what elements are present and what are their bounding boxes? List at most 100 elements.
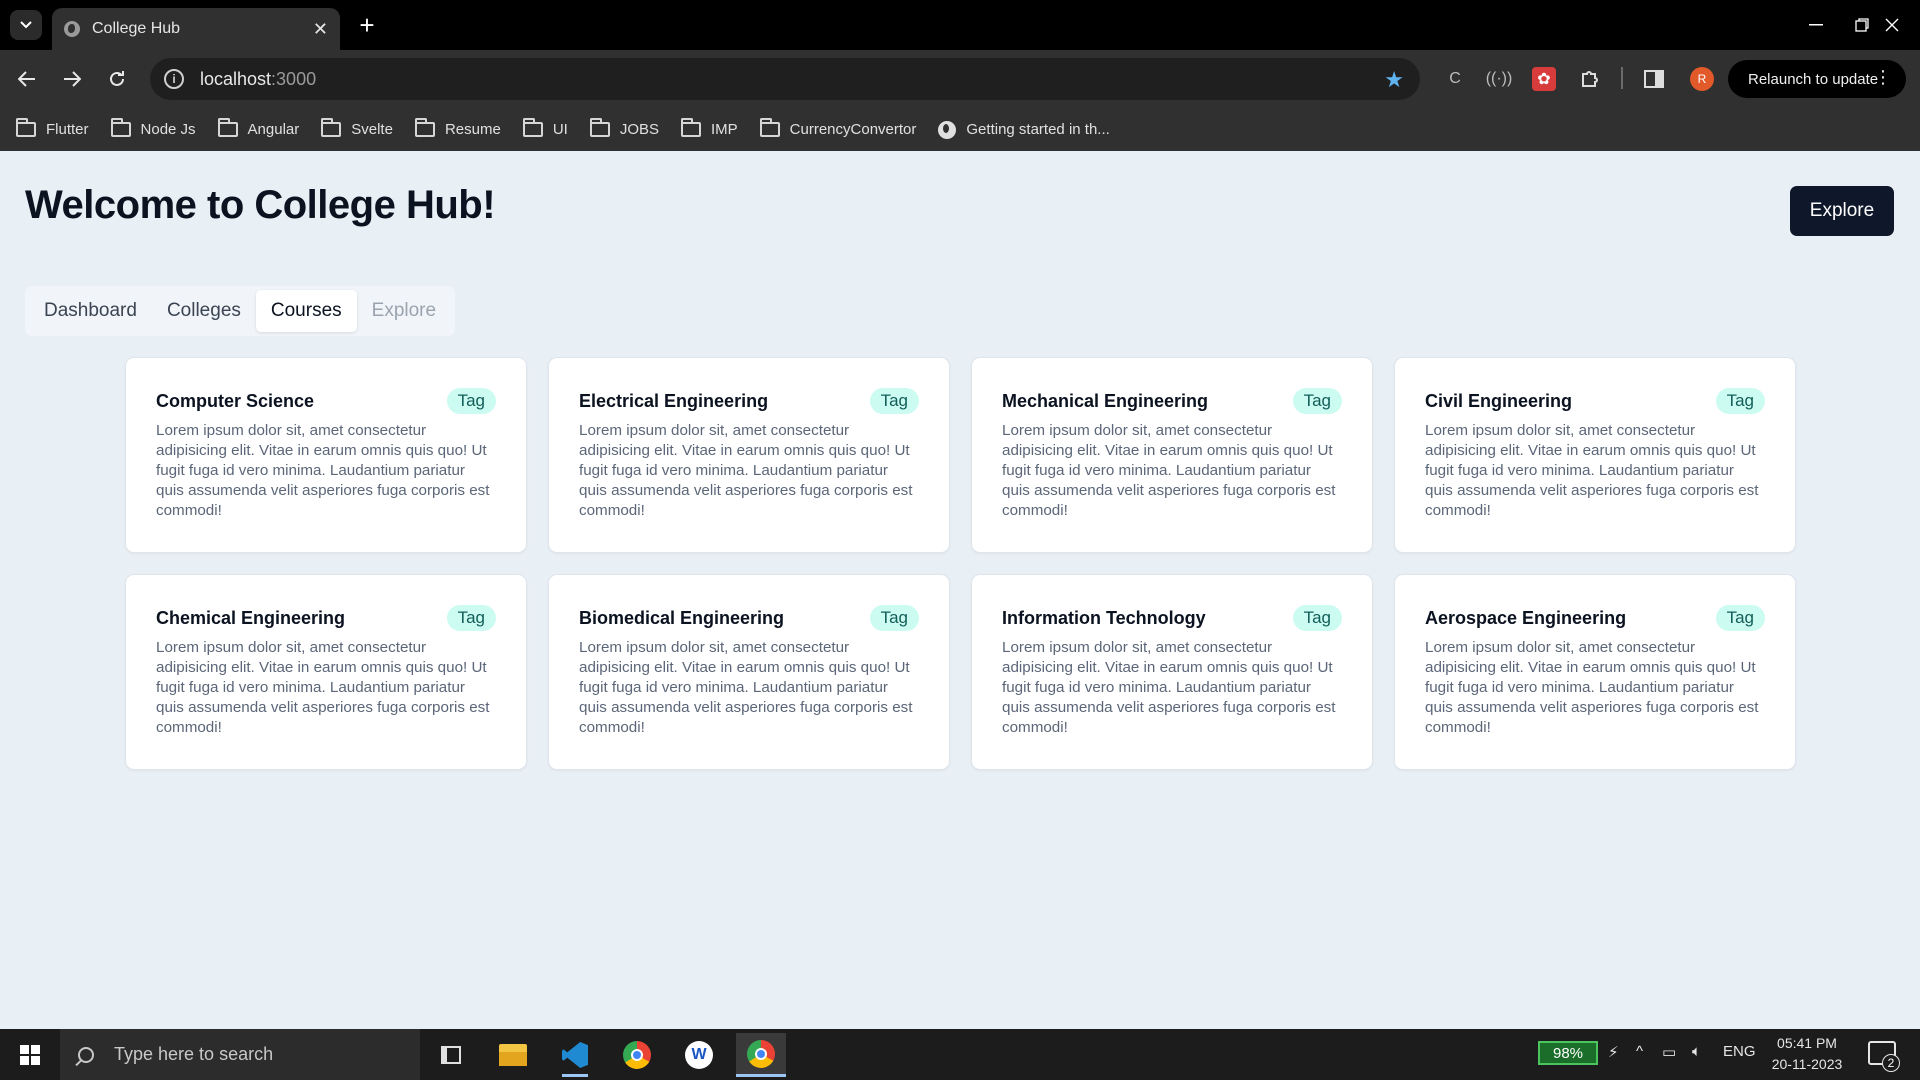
back-button[interactable] — [12, 64, 42, 94]
windows-logo-icon — [20, 1045, 40, 1065]
bookmark-label: CurrencyConvertor — [789, 121, 917, 138]
profile-avatar[interactable]: R — [1690, 67, 1714, 91]
tag-badge: Tag — [1715, 605, 1765, 631]
bookmark-label: UI — [552, 121, 568, 138]
extension-red-icon[interactable]: ✿ — [1532, 67, 1556, 91]
page-title: Welcome to College Hub! — [25, 183, 496, 227]
start-button[interactable] — [8, 1037, 52, 1073]
tab-dashboard[interactable]: Dashboard — [29, 290, 152, 332]
course-card[interactable]: Civil Engineering Tag Lorem ipsum dolor s… — [1394, 357, 1796, 553]
tag-badge: Tag — [869, 605, 919, 631]
tag-badge: Tag — [869, 388, 919, 414]
card-title: Electrical Engineering — [579, 390, 769, 411]
taskbar-search[interactable]: Type here to search — [60, 1029, 420, 1080]
vscode-icon — [562, 1042, 588, 1068]
course-card[interactable]: Chemical Engineering Tag Lorem ipsum dolo… — [125, 574, 527, 770]
course-card[interactable]: Information Technology Tag Lorem ipsum do… — [971, 574, 1373, 770]
network-icon[interactable]: ▭ — [1662, 1043, 1676, 1061]
course-card[interactable]: Mechanical Engineering Tag Lorem ipsum do… — [971, 357, 1373, 553]
task-view-button[interactable] — [426, 1033, 476, 1077]
site-info-icon[interactable]: i — [164, 69, 184, 89]
power-plug-icon[interactable]: ⚡ — [1608, 1043, 1619, 1061]
bookmark-imp[interactable]: IMP — [681, 118, 738, 138]
close-window-button[interactable] — [1864, 0, 1920, 50]
bookmark-ui[interactable]: UI — [522, 118, 568, 138]
bookmarks-bar: Flutter Node Js Angular Svelte Resume UI… — [0, 108, 1920, 151]
url-host: localhost — [200, 68, 272, 89]
tag-badge: Tag — [1292, 388, 1342, 414]
battery-indicator[interactable]: 98% — [1538, 1041, 1598, 1065]
chevron-down-icon — [20, 21, 32, 29]
search-icon — [78, 1046, 94, 1063]
bookmark-angular[interactable]: Angular — [217, 118, 299, 138]
folder-icon — [759, 118, 780, 137]
bookmark-label: Getting started in th... — [966, 121, 1110, 138]
bookmark-resume[interactable]: Resume — [414, 118, 501, 138]
folder-icon — [414, 118, 435, 137]
tab-colleges[interactable]: Colleges — [152, 290, 256, 332]
globe-icon — [938, 120, 957, 139]
bookmark-star-icon[interactable]: ★ — [1384, 67, 1404, 93]
tag-badge: Tag — [446, 605, 496, 631]
folder-icon — [16, 118, 36, 137]
volume-icon[interactable]: 🔈︎ — [1692, 1043, 1701, 1060]
address-bar[interactable]: i localhost:3000 ★ — [150, 58, 1420, 100]
tab-search-button[interactable] — [10, 10, 42, 40]
course-card[interactable]: Electrical Engineering Tag Lorem ipsum do… — [548, 357, 950, 553]
bookmark-node-js[interactable]: Node Js — [110, 118, 196, 138]
card-title: Aerospace Engineering — [1425, 607, 1627, 628]
tab-explore: Explore — [371, 300, 437, 321]
folder-icon — [217, 118, 238, 137]
relaunch-update-button[interactable]: Relaunch to update ⋮ — [1728, 60, 1906, 98]
extension-broadcast-icon[interactable]: ((·)) — [1486, 67, 1513, 91]
menu-dots-icon[interactable]: ⋮ — [1874, 67, 1892, 88]
folder-icon — [681, 118, 701, 137]
reload-button[interactable] — [102, 64, 132, 94]
extensions-puzzle-icon[interactable] — [1578, 67, 1602, 91]
card-description: Lorem ipsum dolor sit, amet consectetur … — [1002, 639, 1336, 736]
file-explorer-button[interactable] — [488, 1033, 538, 1077]
bookmark-label: Flutter — [46, 121, 89, 138]
arrow-left-icon — [18, 71, 35, 87]
chevron-up-icon[interactable]: ^ — [1636, 1043, 1643, 1060]
bookmark-jobs[interactable]: JOBS — [589, 118, 659, 138]
clock-date: 20-11-2023 — [1771, 1056, 1843, 1072]
page-content: Welcome to College Hub! Explore Dashboar… — [0, 151, 1920, 1029]
chrome-button[interactable] — [612, 1033, 662, 1077]
bookmark-flutter[interactable]: Flutter — [16, 118, 89, 138]
card-title: Mechanical Engineering — [1002, 390, 1209, 411]
course-card[interactable]: Biomedical Engineering Tag Lorem ipsum do… — [548, 574, 950, 770]
relaunch-label: Relaunch to update — [1748, 70, 1879, 88]
side-panel-icon[interactable] — [1642, 67, 1666, 91]
card-title: Computer Science — [156, 390, 315, 411]
close-icon — [1885, 18, 1899, 32]
card-title: Chemical Engineering — [156, 607, 346, 628]
running-indicator — [562, 1074, 588, 1077]
course-card[interactable]: Aerospace Engineering Tag Lorem ipsum dol… — [1394, 574, 1796, 770]
card-description: Lorem ipsum dolor sit, amet consectetur … — [579, 639, 913, 736]
chrome-profile-button[interactable] — [736, 1033, 786, 1077]
tab-close-icon[interactable]: ✕ — [313, 19, 328, 40]
new-tab-button[interactable]: + — [352, 10, 382, 40]
folder-icon — [522, 118, 543, 137]
bookmark-svelte[interactable]: Svelte — [321, 118, 393, 138]
forward-button[interactable] — [57, 64, 87, 94]
language-indicator[interactable]: ENG — [1723, 1043, 1756, 1060]
w-app-button[interactable]: W — [674, 1033, 724, 1077]
extension-c-icon[interactable]: C — [1443, 67, 1467, 91]
task-view-icon — [441, 1046, 461, 1064]
bookmark-getting-started[interactable]: Getting started in th... — [938, 120, 1110, 139]
browser-tab[interactable]: College Hub ✕ — [52, 8, 340, 50]
clock[interactable]: 05:41 PM 20-11-2023 — [1762, 1033, 1852, 1075]
tab-courses[interactable]: Courses — [255, 290, 357, 332]
bookmark-currency-convertor[interactable]: CurrencyConvertor — [759, 118, 917, 138]
explore-button[interactable]: Explore — [1790, 186, 1894, 236]
course-card[interactable]: Computer Science Tag Lorem ipsum dolor si… — [125, 357, 527, 553]
tag-badge: Tag — [1715, 388, 1765, 414]
card-description: Lorem ipsum dolor sit, amet consectetur … — [156, 639, 490, 736]
vscode-button[interactable] — [550, 1033, 600, 1077]
card-title: Civil Engineering — [1425, 390, 1573, 411]
reload-icon — [110, 71, 124, 86]
chrome-profile-icon — [747, 1039, 775, 1068]
chrome-icon — [623, 1041, 651, 1069]
